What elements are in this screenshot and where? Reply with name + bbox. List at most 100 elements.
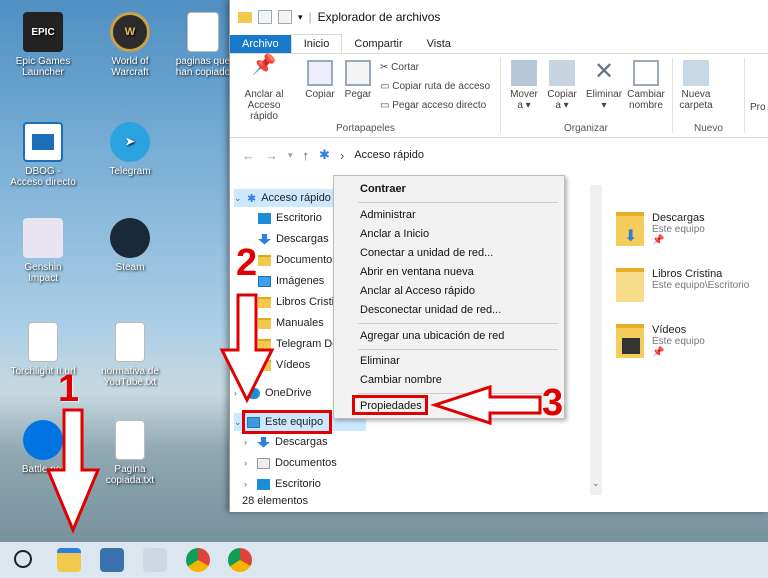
chrome-icon[interactable]	[186, 548, 210, 572]
menu-item-anclar-inicio[interactable]: Anclar a Inicio	[360, 225, 429, 243]
delete-x-icon: ✕	[593, 58, 615, 85]
menu-item-anclar-acceso[interactable]: Anclar al Acceso rápido	[360, 282, 475, 300]
cut-button[interactable]: ✂ Cortar	[380, 62, 419, 73]
nav-label: Descargas	[276, 233, 329, 245]
annotation-number-2: 2	[236, 242, 258, 284]
steam-icon	[110, 218, 150, 258]
desktop-icon-label: Telegram	[109, 166, 151, 177]
folder-icon	[258, 359, 271, 371]
move-icon	[511, 60, 537, 86]
paste-button[interactable]: Pegar	[340, 60, 376, 100]
ribbon: 📌 Anclar al Acceso rápido Copiar Pegar ✂…	[230, 54, 768, 138]
menu-item-cambiar-nombre[interactable]: Cambiar nombre	[360, 371, 442, 389]
properties-ribbon-button[interactable]: Pro	[750, 102, 766, 113]
nav-scrollbar[interactable]: ⌄	[590, 185, 602, 495]
menu-item-contraer[interactable]: Contraer	[360, 180, 406, 198]
button-label: Copiar ruta de acceso	[392, 81, 491, 92]
delete-button[interactable]: ✕ Eliminar ▾	[584, 58, 624, 112]
menu-separator	[358, 202, 558, 203]
desktop-icon-paginas[interactable]: paginas que han copiado	[168, 12, 238, 78]
menu-item-abrir-ventana[interactable]: Abrir en ventana nueva	[360, 263, 474, 281]
pin-icon: 📌	[251, 54, 277, 76]
desktop-folder-icon	[257, 478, 270, 490]
desktop-icon-epic[interactable]: EPIC Epic Games Launcher	[8, 12, 78, 78]
status-item-count: 28 elementos	[242, 495, 309, 507]
content-item-libros[interactable]: Libros Cristina Este equipo\Escritorio	[616, 268, 749, 302]
search-circle-icon[interactable]	[14, 550, 32, 568]
desktop-icon-wow[interactable]: W World of Warcraft	[95, 12, 165, 78]
menu-separator	[358, 323, 558, 324]
desktop-icon-steam[interactable]: Steam	[95, 218, 165, 273]
up-arrow-icon[interactable]: ↑	[303, 148, 310, 163]
desktop-icon-genshin[interactable]: Genshin Impact	[8, 218, 78, 284]
rename-icon	[633, 60, 659, 86]
desktop-icon-dbog[interactable]: DBOG - Acceso directo	[8, 122, 78, 188]
folder-icon	[238, 11, 252, 23]
content-item-videos[interactable]: Vídeos Este equipo 📌	[616, 324, 705, 358]
tab-compartir[interactable]: Compartir	[342, 35, 414, 53]
nav-item-documentos-pc[interactable]: › Documentos	[244, 454, 376, 472]
chrome-icon[interactable]	[228, 548, 252, 572]
button-label: Mover a ▾	[510, 89, 538, 111]
content-item-descargas[interactable]: ⬇ Descargas Este equipo 📌	[616, 212, 705, 246]
nav-label: Acceso rápido	[261, 192, 331, 204]
rename-button[interactable]: Cambiar nombre	[626, 60, 666, 111]
desktop-icon-label: Pagina copiada.txt	[105, 464, 155, 486]
menu-separator	[358, 393, 558, 394]
tab-inicio[interactable]: Inicio	[290, 34, 343, 53]
copy-path-button[interactable]: ▭ Copiar ruta de acceso	[380, 81, 490, 92]
chevron-down-icon[interactable]: ▾	[298, 12, 303, 23]
address-path[interactable]: Acceso rápido	[354, 149, 424, 161]
ribbon-separator	[744, 58, 745, 133]
menu-item-administrar[interactable]: Administrar	[360, 206, 416, 224]
download-folder-icon: ⬇	[616, 212, 644, 246]
nav-item-descargas-pc[interactable]: › Descargas	[244, 433, 376, 451]
group-label-portapapeles: Portapapeles	[336, 123, 395, 134]
copy-to-button[interactable]: Copiar a ▾	[544, 60, 580, 111]
store-icon[interactable]	[100, 548, 124, 572]
new-folder-button[interactable]: Nueva carpeta	[676, 60, 716, 111]
menu-item-desconectar-unidad[interactable]: Desconectar unidad de red...	[360, 301, 501, 319]
chevron-down-icon[interactable]: ⌄	[592, 478, 600, 489]
menu-item-agregar-ubicacion[interactable]: Agregar una ubicación de red	[360, 327, 504, 345]
url-file-icon	[28, 322, 58, 362]
file-explorer-taskbar-icon[interactable]	[57, 548, 81, 572]
properties-quick-icon[interactable]	[258, 10, 272, 24]
move-to-button[interactable]: Mover a ▾	[508, 60, 540, 111]
new-folder-quick-icon[interactable]	[278, 10, 292, 24]
button-label: Copiar	[305, 89, 335, 100]
pin-icon: 📌	[652, 347, 665, 358]
epic-games-icon: EPIC	[23, 12, 63, 52]
desktop-icon-telegram[interactable]: ➤ Telegram	[95, 122, 165, 177]
menu-item-conectar-unidad[interactable]: Conectar a unidad de red...	[360, 244, 493, 262]
paste-icon	[345, 60, 371, 86]
forward-arrow-icon[interactable]: →	[265, 148, 278, 163]
document-icon	[257, 457, 270, 469]
copy-button[interactable]: Copiar	[302, 60, 338, 100]
back-arrow-icon[interactable]: ←	[242, 148, 255, 163]
pin-quick-access-button[interactable]: 📌 Anclar al Acceso rápido	[236, 54, 292, 122]
ribbon-separator	[500, 58, 501, 133]
group-label-nuevo: Nuevo	[694, 123, 723, 134]
tab-vista[interactable]: Vista	[415, 35, 463, 53]
item-location: Este equipo	[652, 224, 705, 235]
taskbar	[0, 542, 768, 578]
nav-item-escritorio-pc[interactable]: › Escritorio	[244, 475, 376, 493]
text-file-icon	[115, 420, 145, 460]
nav-label: Escritorio	[276, 212, 322, 224]
desktop-icon-label: paginas que han copiado	[175, 56, 231, 78]
folder-icon	[616, 268, 644, 302]
download-icon	[258, 233, 271, 245]
desktop-icon-pagina[interactable]: Pagina copiada.txt	[95, 420, 165, 486]
highlight-box-este-equipo	[242, 410, 332, 434]
menu-item-eliminar[interactable]: Eliminar	[360, 352, 400, 370]
paint-icon[interactable]	[143, 548, 167, 572]
desktop-icon-battlenet[interactable]: Battle.net	[8, 420, 78, 475]
battle-net-icon	[23, 420, 63, 460]
paste-shortcut-button[interactable]: ▭ Pegar acceso directo	[380, 100, 486, 111]
desktop-icon-label: Genshin Impact	[24, 262, 62, 284]
chevron-down-icon[interactable]: ▾	[288, 150, 293, 161]
desktop-icon-normativa[interactable]: normativa de YouTube.txt	[95, 322, 165, 388]
desktop-icon-label: Battle.net	[21, 464, 65, 475]
tab-archivo[interactable]: Archivo	[230, 35, 291, 53]
